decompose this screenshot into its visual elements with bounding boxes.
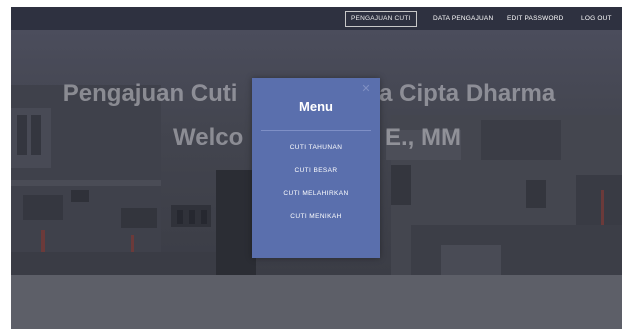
- hero-title-right: a Cipta Dharma: [379, 80, 556, 107]
- menu-item-cuti-besar[interactable]: CUTI BESAR: [252, 165, 380, 177]
- menu-item-cuti-tahunan[interactable]: CUTI TAHUNAN: [252, 142, 380, 154]
- nav-pengajuan-cuti[interactable]: PENGAJUAN CUTI: [345, 11, 417, 27]
- nav-edit-password[interactable]: EDIT PASSWORD: [507, 7, 564, 30]
- nav-log-out[interactable]: LOG OUT: [581, 7, 612, 30]
- menu-modal: ✕ Menu CUTI TAHUNAN CUTI BESAR CUTI MELA…: [252, 78, 380, 258]
- modal-divider: [261, 130, 371, 131]
- hero-welcome-right: E., MM: [384, 124, 461, 151]
- hero-welcome-left: Welco: [173, 124, 244, 151]
- top-navbar: PENGAJUAN CUTI DATA PENGAJUAN EDIT PASSW…: [11, 7, 622, 30]
- close-icon[interactable]: ✕: [361, 84, 371, 95]
- modal-title: Menu: [299, 99, 333, 114]
- hero-title-left: Pengajuan Cuti: [62, 80, 238, 107]
- page-frame: PENGAJUAN CUTI DATA PENGAJUAN EDIT PASSW…: [11, 7, 622, 329]
- menu-item-cuti-melahirkan[interactable]: CUTI MELAHIRKAN: [252, 188, 380, 200]
- nav-data-pengajuan[interactable]: DATA PENGAJUAN: [433, 7, 493, 30]
- menu-item-cuti-menikah[interactable]: CUTI MENIKAH: [252, 211, 380, 223]
- page-footer-area: [11, 275, 622, 329]
